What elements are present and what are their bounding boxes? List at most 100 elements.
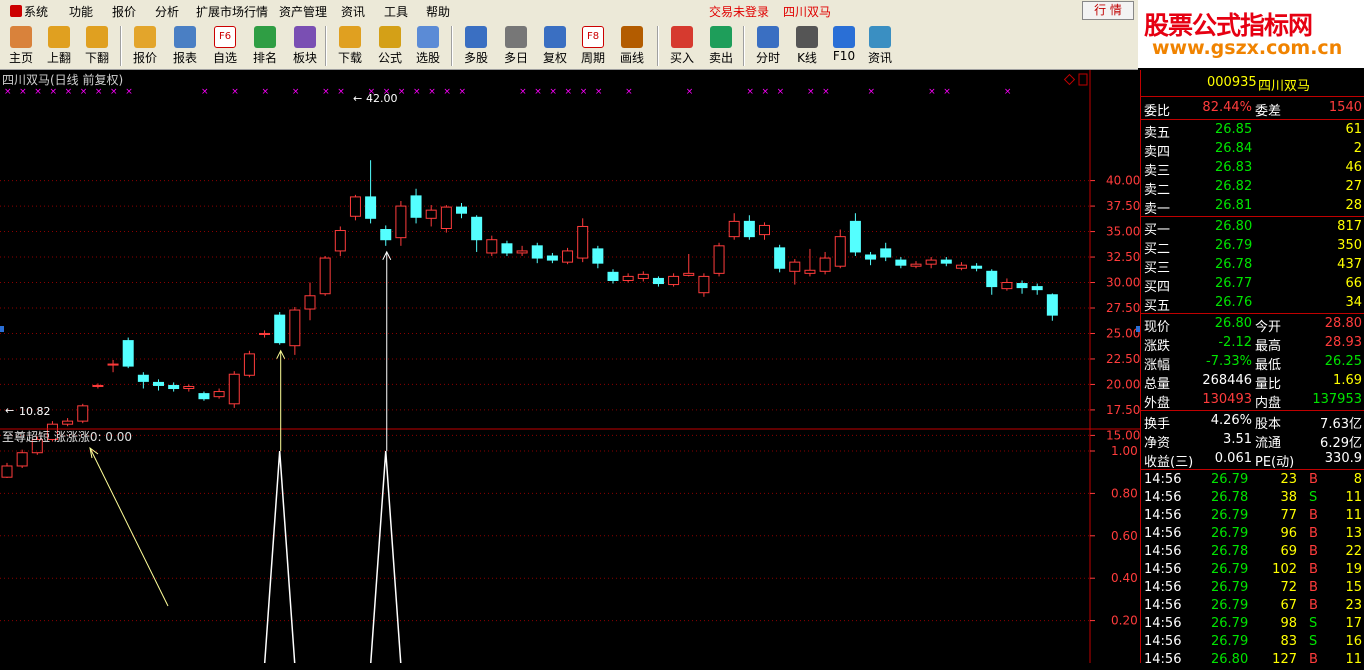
- menu-tools[interactable]: 工具: [384, 3, 408, 20]
- toolbar-button-18[interactable]: 卖出: [703, 24, 739, 68]
- ask-price: 26.81: [1215, 198, 1253, 213]
- candle-body: [849, 220, 861, 253]
- menu-system[interactable]: 系统: [10, 3, 48, 20]
- tick-volume: 83: [1280, 634, 1297, 649]
- candle-body: [501, 243, 513, 254]
- tick-count: 13: [1345, 526, 1362, 541]
- stat-row: 涨幅 -7.33% 最低 26.25: [1141, 354, 1364, 373]
- toolbar-button-11[interactable]: 选股: [410, 24, 446, 68]
- toolbar-button-20[interactable]: K线: [789, 24, 825, 68]
- toolbar-button-5[interactable]: 报表: [167, 24, 203, 68]
- bid-label: 买五: [1144, 299, 1171, 314]
- left-scroll-marker[interactable]: [0, 326, 4, 332]
- toolbar-button-9[interactable]: 下载: [332, 24, 368, 68]
- toolbar-button-19[interactable]: 分时: [750, 24, 786, 68]
- toolbar-button-17[interactable]: 买入: [664, 24, 700, 68]
- candles: [1, 160, 1058, 478]
- toolbar-button-14[interactable]: 复权: [537, 24, 573, 68]
- menu-extended-market[interactable]: 扩展市场行情: [196, 3, 268, 20]
- tick-time: 14:56: [1144, 508, 1182, 523]
- toolbar-button-6[interactable]: F6 自选: [207, 24, 243, 68]
- signal-marker: ×: [928, 87, 936, 97]
- toolbar-button-8[interactable]: 板块: [287, 24, 323, 68]
- tick-price: 26.78: [1211, 490, 1249, 505]
- stat-value: 1.69: [1333, 373, 1362, 388]
- candle-body: [319, 257, 331, 295]
- signal-marker: ×: [580, 87, 588, 97]
- toolbar-button-2[interactable]: 上翻: [41, 24, 77, 68]
- price-axis-label: 22.50: [1106, 352, 1140, 366]
- panel-divider: [1141, 410, 1364, 411]
- signal-marker: ×: [34, 87, 42, 97]
- toolbar-button-16[interactable]: 画线: [614, 24, 650, 68]
- quote-button[interactable]: 行 情: [1082, 1, 1134, 20]
- toolbar-button-7[interactable]: 排名: [247, 24, 283, 68]
- candle-body: [228, 373, 240, 405]
- ask-price: 26.83: [1215, 160, 1253, 175]
- tick-time: 14:56: [1144, 472, 1182, 487]
- tick-volume: 102: [1272, 562, 1297, 577]
- ask-row: 卖二 26.82 27: [1141, 179, 1364, 198]
- signal-markers: × × × × × × × × × × × × × × × × × × × × × × × × × × × × × × × × × × × × × × ×: [4, 87, 1011, 97]
- toolbar-button-label: K线: [797, 51, 817, 65]
- menu-quote[interactable]: 报价: [112, 3, 136, 20]
- toolbar-button-13[interactable]: 多日: [498, 24, 534, 68]
- ask-label: 卖一: [1144, 202, 1171, 217]
- stat-label: 现价: [1144, 320, 1171, 335]
- toolbar-separator: [657, 26, 659, 66]
- tick-price: 26.79: [1211, 562, 1249, 577]
- toolbar-button-1[interactable]: 主页: [3, 24, 39, 68]
- candle-body: [183, 385, 195, 390]
- candle-body: [622, 275, 634, 281]
- toolbar-button-22[interactable]: 资讯: [862, 24, 898, 68]
- toolbar-button-12[interactable]: 多股: [458, 24, 494, 68]
- signal-marker: ×: [822, 87, 830, 97]
- menu-news[interactable]: 资讯: [341, 3, 365, 20]
- fund-row: 净资 3.51 流通 6.29亿: [1141, 432, 1364, 451]
- pane-expand-icon[interactable]: [1078, 73, 1088, 86]
- price-axis-label: 25.00: [1106, 326, 1140, 340]
- tick-price: 26.80: [1211, 652, 1249, 667]
- toolbar-button-21[interactable]: F10: [826, 24, 862, 68]
- annotation-arrow: [89, 447, 169, 607]
- menu-asset-management[interactable]: 资产管理: [279, 3, 327, 20]
- menu-function[interactable]: 功能: [69, 3, 93, 20]
- candle-body: [865, 254, 877, 260]
- tick-row: 14:56 26.79 102 B 19: [1141, 562, 1364, 580]
- candle-body: [652, 277, 664, 285]
- signal-marker: ×: [549, 87, 557, 97]
- signal-marker: ×: [777, 87, 785, 97]
- candle-body: [304, 295, 316, 310]
- download-icon: [339, 26, 361, 48]
- menu-system-label: 系统: [24, 5, 49, 19]
- candle-body: [440, 206, 452, 229]
- tick-side: B: [1309, 472, 1318, 487]
- news-icon: [869, 26, 891, 48]
- candle-body: [743, 220, 755, 238]
- toolbar-button-15[interactable]: F8 周期: [575, 24, 611, 68]
- toolbar-button-10[interactable]: 公式: [372, 24, 408, 68]
- signal-marker: ×: [4, 87, 12, 97]
- candle-body: [562, 250, 574, 263]
- toolbar-button-3[interactable]: 下翻: [79, 24, 115, 68]
- menu-help[interactable]: 帮助: [426, 3, 450, 20]
- price-axis-label: 20.00: [1106, 377, 1140, 391]
- panel-divider: [1141, 313, 1364, 314]
- candle-body: [789, 261, 801, 272]
- tick-volume: 127: [1272, 652, 1297, 667]
- pane-zoom-icon[interactable]: [1063, 73, 1076, 86]
- toolbar-button-label: 主页: [8, 51, 33, 65]
- tick-side: B: [1309, 526, 1318, 541]
- tick-count: 8: [1353, 472, 1362, 487]
- candle-body: [334, 230, 346, 252]
- signal-marker: ×: [110, 87, 118, 97]
- menu-analysis[interactable]: 分析: [155, 3, 179, 20]
- candle-body: [1031, 286, 1043, 291]
- tick-count: 11: [1345, 652, 1362, 667]
- toolbar-button-4[interactable]: 报价: [127, 24, 163, 68]
- panel-divider: [1141, 469, 1364, 470]
- tick-price: 26.79: [1211, 616, 1249, 631]
- kline-chart[interactable]: 四川双马(日线 前复权) × × × × × × × × × × × × × × × × × × × × × × × × × × ×…: [0, 70, 1140, 663]
- stat-value: 28.80: [1324, 316, 1362, 331]
- ask-row: 卖四 26.84 2: [1141, 141, 1364, 160]
